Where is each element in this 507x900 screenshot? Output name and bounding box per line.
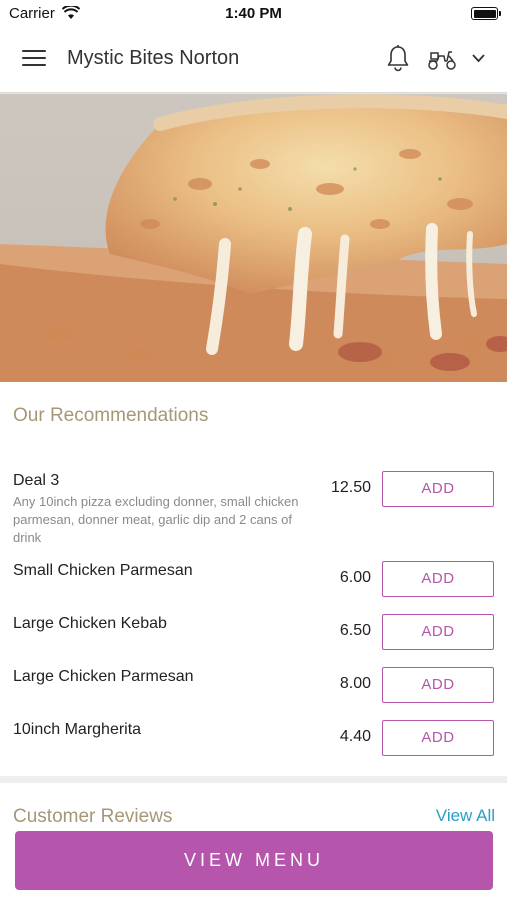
add-button[interactable]: ADD — [382, 614, 494, 650]
view-menu-button[interactable]: VIEW MENU — [15, 831, 493, 890]
add-button[interactable]: ADD — [382, 667, 494, 703]
section-divider — [0, 776, 507, 783]
menu-item-price: 6.50 — [339, 622, 371, 639]
menu-item-name: Deal 3 — [13, 472, 60, 489]
clock: 1:40 PM — [225, 5, 282, 22]
restaurant-title: Mystic Bites Norton — [67, 47, 240, 69]
menu-item-price: 6.00 — [339, 569, 371, 586]
status-bar: Carrier 1:40 PM — [0, 0, 507, 26]
menu-item-name: Large Chicken Kebab — [13, 615, 167, 632]
menu-item-name: Small Chicken Parmesan — [13, 562, 193, 579]
menu-item-price: 12.50 — [330, 479, 371, 496]
battery-icon — [471, 7, 501, 20]
add-button[interactable]: ADD — [382, 720, 494, 756]
menu-item-name: 10inch Margherita — [13, 721, 142, 738]
delivery-scooter-icon[interactable] — [427, 47, 457, 71]
menu-item-name: Large Chicken Parmesan — [13, 668, 194, 685]
bell-icon[interactable] — [386, 44, 410, 72]
hamburger-menu-icon[interactable] — [22, 50, 46, 68]
chevron-down-icon[interactable] — [471, 52, 486, 64]
add-button[interactable]: ADD — [382, 561, 494, 597]
menu-item-price: 8.00 — [339, 675, 371, 692]
app-header: Mystic Bites Norton — [0, 26, 507, 92]
recommendations-title: Our Recommendations — [13, 405, 209, 426]
add-button[interactable]: ADD — [382, 471, 494, 507]
menu-item-price: 4.40 — [339, 728, 371, 745]
pizza-illustration — [0, 94, 507, 382]
hero-pizza-image — [0, 94, 507, 382]
menu-item-description: Any 10inch pizza excluding donner, small… — [13, 494, 299, 545]
